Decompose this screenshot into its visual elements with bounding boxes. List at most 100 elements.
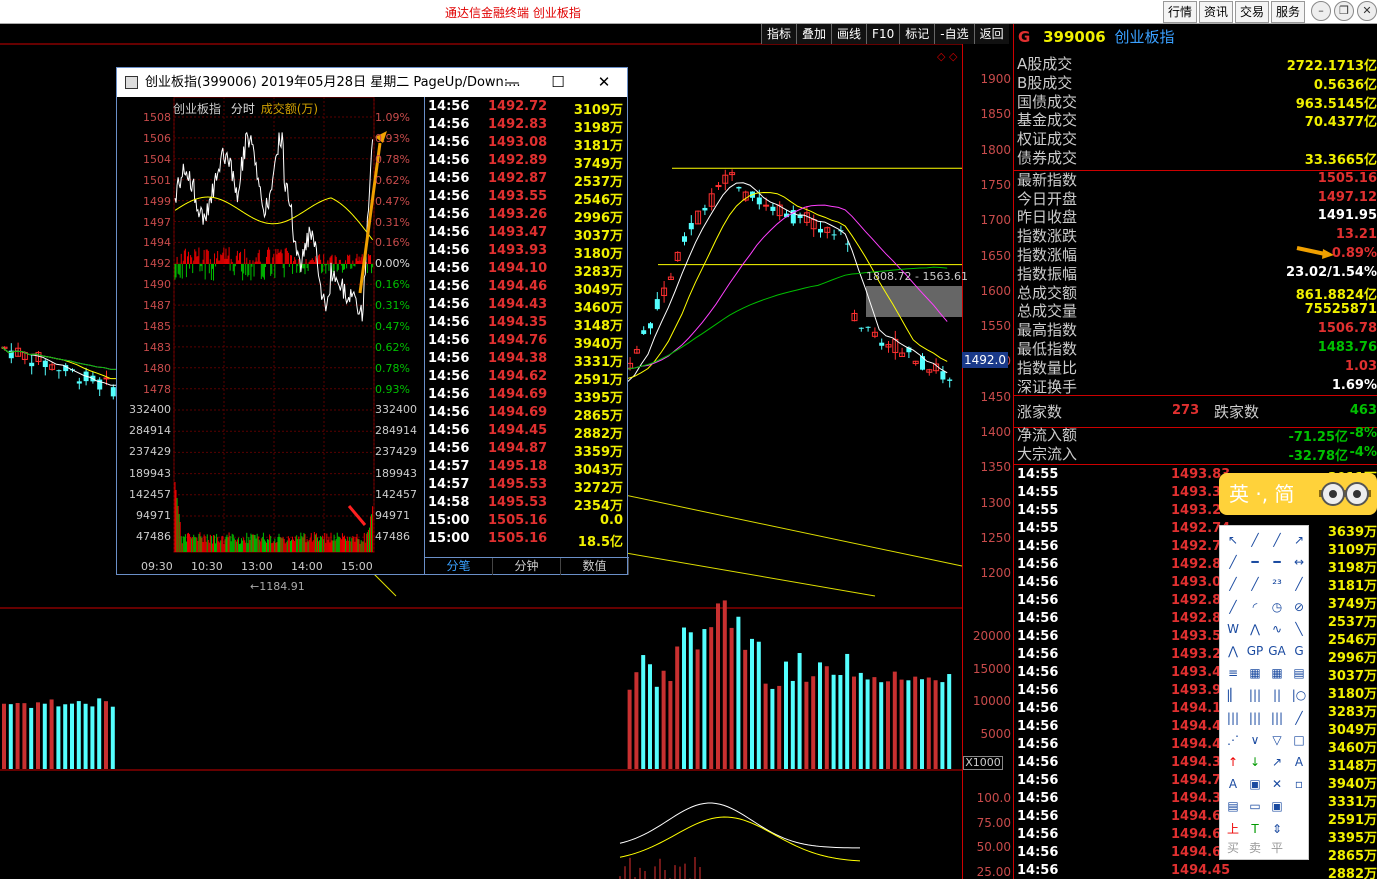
draw-tool-icon[interactable] [1290, 821, 1308, 837]
top-button[interactable]: 交易 [1234, 1, 1269, 23]
draw-tool-icon[interactable]: ◷ [1268, 599, 1286, 615]
draw-tool-icon[interactable]: ▭ [1246, 798, 1264, 814]
drawing-tools-palette[interactable]: ↖ ╱ ╱ ↗ ╱ ━ ━ ↔ ╱ ╱ ²³ ╱ ╱ ◜ ◷ ⊘ W ⋀ ∿ ╲ ⋀ GP GA G ≡ ▦ ▦ ▤ |▏ ||| || |○… [1219, 525, 1309, 860]
draw-tool-icon[interactable]: ||| [1268, 710, 1286, 726]
draw-tool-icon[interactable]: ⊘ [1290, 599, 1308, 615]
draw-tool-icon[interactable]: GP [1246, 643, 1264, 659]
draw-tool-icon[interactable]: ╲ [1290, 621, 1308, 637]
draw-tool-icon[interactable]: ↓ [1246, 754, 1264, 770]
draw-tool-icon[interactable]: ▤ [1224, 798, 1242, 814]
restore-icon[interactable]: ❐ [1334, 1, 1354, 21]
draw-tool-icon[interactable]: ╱ [1268, 532, 1286, 548]
draw-tool-icon[interactable]: ╱ [1224, 599, 1242, 615]
draw-tool-footer[interactable]: 卖 [1246, 840, 1264, 856]
tick-tab[interactable]: 数值 [561, 558, 629, 575]
draw-tool-icon[interactable]: ≡ [1224, 665, 1242, 681]
price-tick: 1350 [980, 460, 1011, 475]
draw-tool-icon[interactable]: 上 [1224, 821, 1242, 837]
toolbar-item[interactable]: 返回 [973, 24, 1009, 44]
draw-tool-icon[interactable]: A [1224, 776, 1242, 792]
draw-tool-icon[interactable]: ━ [1246, 554, 1264, 570]
draw-tool-icon[interactable]: ━ [1268, 554, 1286, 570]
draw-tool-icon[interactable]: || [1268, 687, 1286, 703]
top-button[interactable]: 服务 [1270, 1, 1305, 23]
toolbar-item[interactable]: 指标 [761, 24, 797, 44]
toolbar-item[interactable]: F10 [866, 24, 900, 44]
draw-tool-icon[interactable]: A [1290, 754, 1308, 770]
draw-tool-icon[interactable]: □ [1290, 732, 1308, 748]
draw-tool-icon[interactable]: ↗ [1268, 754, 1286, 770]
divider [1014, 464, 1377, 465]
toolbar-item[interactable]: 标记 [899, 24, 935, 44]
draw-tool-icon[interactable]: GA [1268, 643, 1286, 659]
popup-maximize-icon[interactable]: ☐ [535, 68, 581, 97]
draw-tool-icon[interactable] [1290, 798, 1308, 814]
tick-time: 14:56 [1017, 863, 1059, 878]
draw-tool-icon[interactable]: G [1290, 643, 1308, 659]
draw-tool-icon[interactable]: ∿ [1268, 621, 1286, 637]
intraday-chart[interactable]: 创业板指 分时 成交额(万) 1508 1506 1504 1501 1499 1497 1… [117, 97, 423, 575]
draw-tool-icon[interactable]: ⋀ [1246, 621, 1264, 637]
volume-bar [76, 701, 81, 769]
intraday-mode: 分时 [230, 102, 255, 116]
top-button[interactable]: 资讯 [1198, 1, 1233, 23]
tick-tab[interactable]: 分钟 [493, 558, 561, 575]
candle-body [682, 236, 687, 242]
draw-tool-icon[interactable]: ╱ [1224, 554, 1242, 570]
popup-minimize-icon[interactable]: — [489, 68, 535, 97]
draw-tool-icon[interactable]: W [1224, 621, 1242, 637]
ime-toolbar[interactable]: 英 ·, 简 [1219, 473, 1377, 515]
popup-titlebar[interactable]: 创业板指(399006) 2019年05月28日 星期二 PageUp/Down… [117, 68, 627, 97]
draw-tool-icon[interactable]: ||| [1246, 687, 1264, 703]
popup-pct-label: 0.16% [375, 278, 410, 292]
draw-tool-icon[interactable]: T [1246, 821, 1264, 837]
tick-volume: 3043万 [573, 463, 623, 478]
draw-tool-icon[interactable]: ∨ [1246, 732, 1264, 748]
draw-tool-icon[interactable]: ╱ [1290, 710, 1308, 726]
draw-tool-icon[interactable]: ▣ [1268, 798, 1286, 814]
draw-tool-icon[interactable]: ▫ [1290, 776, 1308, 792]
draw-tool-icon[interactable]: ▣ [1246, 776, 1264, 792]
draw-tool-icon[interactable]: ↖ [1224, 532, 1242, 548]
tick-time: 14:56 [428, 423, 470, 438]
draw-tool-icon[interactable]: ✕ [1268, 776, 1286, 792]
draw-tool-icon[interactable]: ▦ [1246, 665, 1264, 681]
draw-tool-icon[interactable]: ↗ [1290, 532, 1308, 548]
draw-tool-icon[interactable]: ²³ [1268, 576, 1286, 592]
draw-tool-footer[interactable]: 平 [1268, 840, 1286, 856]
popup-close-icon[interactable]: ✕ [581, 68, 627, 97]
time-label: 10:30 [191, 560, 223, 573]
volume-bar [947, 674, 952, 769]
toolbar-item[interactable]: 画线 [831, 24, 867, 44]
draw-tool-icon[interactable]: ╱ [1224, 576, 1242, 592]
toolbar-item[interactable]: -自选 [934, 24, 974, 44]
draw-tool-icon[interactable]: |○ [1290, 687, 1308, 703]
intraday-popup[interactable]: 创业板指(399006) 2019年05月28日 星期二 PageUp/Down… [116, 67, 629, 575]
draw-tool-icon[interactable]: ||| [1224, 710, 1242, 726]
draw-tool-icon[interactable]: ||| [1246, 710, 1264, 726]
draw-tool-icon[interactable]: ╱ [1246, 576, 1264, 592]
draw-tool-icon[interactable]: ⋰ [1224, 732, 1242, 748]
draw-tool-icon[interactable]: ⋀ [1224, 643, 1242, 659]
draw-tool-icon[interactable]: ↔ [1290, 554, 1308, 570]
draw-tool-icon[interactable]: ↑ [1224, 754, 1242, 770]
top-button[interactable]: 行情 [1162, 1, 1197, 23]
draw-tool-icon[interactable]: ▤ [1290, 665, 1308, 681]
tick-price: 1493.93 [488, 243, 548, 258]
draw-tool-icon[interactable]: ╱ [1290, 576, 1308, 592]
tick-volume: 2546万 [573, 193, 623, 208]
draw-tool-icon[interactable]: ╱ [1246, 532, 1264, 548]
draw-tool-icon[interactable]: ▦ [1268, 665, 1286, 681]
minimize-icon[interactable]: – [1311, 1, 1331, 21]
price-tick: 1200 [980, 566, 1011, 581]
popup-vol-label: 237429 [129, 445, 171, 459]
tick-tab[interactable]: 分笔 [425, 558, 493, 575]
tick-list[interactable]: 14:56 1492.72 3109万 14:56 1492.83 3198万 14:56 1… [424, 97, 629, 575]
draw-tool-footer[interactable]: 买 [1224, 840, 1242, 856]
draw-tool-icon[interactable]: ▽ [1268, 732, 1286, 748]
toolbar-item[interactable]: 叠加 [796, 24, 832, 44]
close-icon[interactable]: ✕ [1357, 1, 1377, 21]
draw-tool-icon[interactable]: ⇕ [1268, 821, 1286, 837]
draw-tool-icon[interactable]: |▏ [1224, 687, 1242, 703]
draw-tool-icon[interactable]: ◜ [1246, 599, 1264, 615]
